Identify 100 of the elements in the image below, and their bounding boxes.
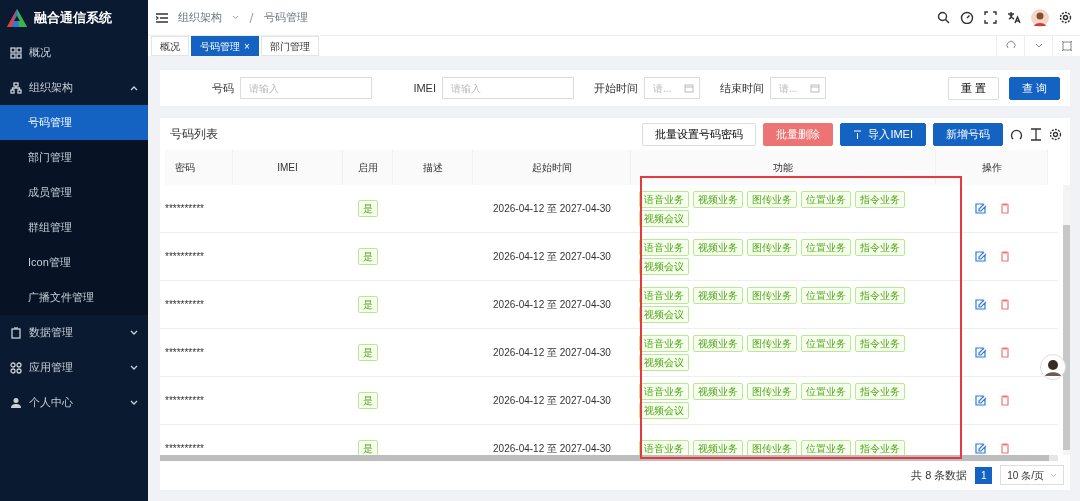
table-cell-text: ********** <box>165 346 205 360</box>
field-label: IMEI <box>412 80 437 96</box>
query-button[interactable]: 查 询 <box>1008 76 1060 100</box>
table-cell-text: 2026-04-12 至 2027-04-30 <box>492 250 612 264</box>
feature-tag: 视频会议 <box>639 353 689 371</box>
grid-icon <box>10 46 22 59</box>
feature-tag: 位置业务 <box>801 334 851 352</box>
feature-tag: 视频业务 <box>693 286 743 304</box>
sidebar-item[interactable]: 组织架构 <box>0 70 148 105</box>
edit-icon[interactable] <box>974 299 986 310</box>
feature-tag: 视频会议 <box>639 257 689 275</box>
sidebar-subitem[interactable]: 广播文件管理 <box>0 280 148 315</box>
menu-icon[interactable] <box>156 12 168 23</box>
sidebar-subitem[interactable]: 号码管理 <box>0 105 148 140</box>
org-chart-icon <box>10 81 22 94</box>
feature-tag: 图传业务 <box>747 440 797 455</box>
page-button[interactable]: 1 <box>975 466 993 484</box>
feature-tag: 图传业务 <box>747 190 797 208</box>
date-field[interactable]: 请... <box>770 77 826 99</box>
table-cell-text: ********** <box>165 250 205 264</box>
sidebar-subitem[interactable]: 部门管理 <box>0 140 148 175</box>
sidebar-item[interactable]: 数据管理 <box>0 315 148 350</box>
settings-icon[interactable] <box>1049 127 1062 141</box>
feature-tag: 图传业务 <box>747 382 797 400</box>
feature-tag: 视频业务 <box>693 440 743 455</box>
calendar-icon <box>684 83 694 93</box>
sidebar-item[interactable]: 概况 <box>0 35 148 70</box>
sidebar-subitem[interactable]: 群组管理 <box>0 210 148 245</box>
settings-icon[interactable] <box>1059 11 1072 24</box>
feature-tag: 语音业务 <box>639 238 689 256</box>
maximize-icon[interactable] <box>1060 40 1073 52</box>
page-size-select[interactable]: 10 条/页 <box>1000 465 1064 485</box>
edit-icon[interactable] <box>974 443 986 454</box>
avatar-icon[interactable] <box>1040 354 1066 380</box>
feature-tag: 指令业务 <box>855 334 905 352</box>
feature-tag: 位置业务 <box>801 382 851 400</box>
scrollbar-thumb[interactable] <box>1063 225 1070 450</box>
tab[interactable]: 号码管理 × <box>191 36 259 56</box>
edit-icon[interactable] <box>974 251 986 262</box>
column-height-icon[interactable] <box>1030 127 1042 141</box>
translate-icon[interactable] <box>1007 11 1021 24</box>
feature-tag: 指令业务 <box>855 382 905 400</box>
total-count: 共 8 条数据 <box>911 467 968 483</box>
refresh-icon[interactable] <box>1010 127 1023 141</box>
delete-icon[interactable] <box>999 443 1010 454</box>
status-tag: 是 <box>358 296 378 313</box>
feature-tag: 视频业务 <box>693 382 743 400</box>
tab[interactable]: 部门管理 <box>260 36 319 56</box>
table-cell-text: 2026-04-12 至 2027-04-30 <box>492 202 612 216</box>
fullscreen-icon[interactable] <box>984 11 997 24</box>
slash-icon <box>249 12 254 23</box>
reset-button[interactable]: 重 置 <box>947 76 999 100</box>
feature-tag: 位置业务 <box>801 440 851 455</box>
feature-tag: 图传业务 <box>747 238 797 256</box>
feature-tag: 位置业务 <box>801 238 851 256</box>
delete-icon[interactable] <box>999 203 1010 214</box>
sidebar-item[interactable]: 个人中心 <box>0 385 148 420</box>
sidebar-subitem[interactable]: 成员管理 <box>0 175 148 210</box>
table-cell-text: 2026-04-12 至 2027-04-30 <box>492 298 612 312</box>
delete-icon[interactable] <box>999 299 1010 310</box>
calendar-icon <box>810 83 820 93</box>
field-label: 开始时间 <box>593 80 639 96</box>
breadcrumb-item[interactable]: 号码管理 <box>264 9 308 26</box>
gauge-icon[interactable] <box>960 11 974 24</box>
table-cell-text: ********** <box>165 442 205 455</box>
action-button[interactable]: 导入IMEI <box>840 122 926 146</box>
column-header: IMEI <box>233 150 343 185</box>
table-cell-text: 2026-04-12 至 2027-04-30 <box>492 442 612 455</box>
delete-icon[interactable] <box>999 251 1010 262</box>
status-tag: 是 <box>358 440 378 455</box>
input-field[interactable]: 请输入 <box>442 77 574 99</box>
feature-tag: 语音业务 <box>639 286 689 304</box>
sidebar-subitem[interactable]: Icon管理 <box>0 245 148 280</box>
avatar-icon[interactable] <box>1031 8 1049 27</box>
delete-icon[interactable] <box>999 347 1010 358</box>
scrollbar-thumb[interactable] <box>160 455 1049 461</box>
action-button[interactable]: 新增号码 <box>933 122 1003 146</box>
sidebar-item[interactable]: 应用管理 <box>0 350 148 385</box>
action-button[interactable]: 批量设置号码密码 <box>642 122 757 146</box>
status-tag: 是 <box>358 392 378 409</box>
search-icon[interactable] <box>937 11 950 24</box>
delete-icon[interactable] <box>999 395 1010 406</box>
edit-icon[interactable] <box>974 347 986 358</box>
date-field[interactable]: 请... <box>644 77 700 99</box>
column-header: 功能 <box>631 150 936 185</box>
table-title: 号码列表 <box>170 126 218 143</box>
table-cell-text: ********** <box>165 298 205 312</box>
breadcrumb-item[interactable]: 组织架构 <box>178 9 222 26</box>
feature-tag: 图传业务 <box>747 334 797 352</box>
tab[interactable]: 概况 <box>151 36 189 56</box>
feature-tag: 视频业务 <box>693 334 743 352</box>
input-field[interactable]: 请输入 <box>240 77 372 99</box>
edit-icon[interactable] <box>974 395 986 406</box>
field-label: 号码 <box>211 80 235 96</box>
close-button[interactable]: × <box>244 38 250 54</box>
feature-tag: 指令业务 <box>855 238 905 256</box>
edit-icon[interactable] <box>974 203 986 214</box>
clipboard-icon <box>10 326 22 339</box>
column-header: 启用 <box>343 150 393 185</box>
status-tag: 是 <box>358 344 378 361</box>
